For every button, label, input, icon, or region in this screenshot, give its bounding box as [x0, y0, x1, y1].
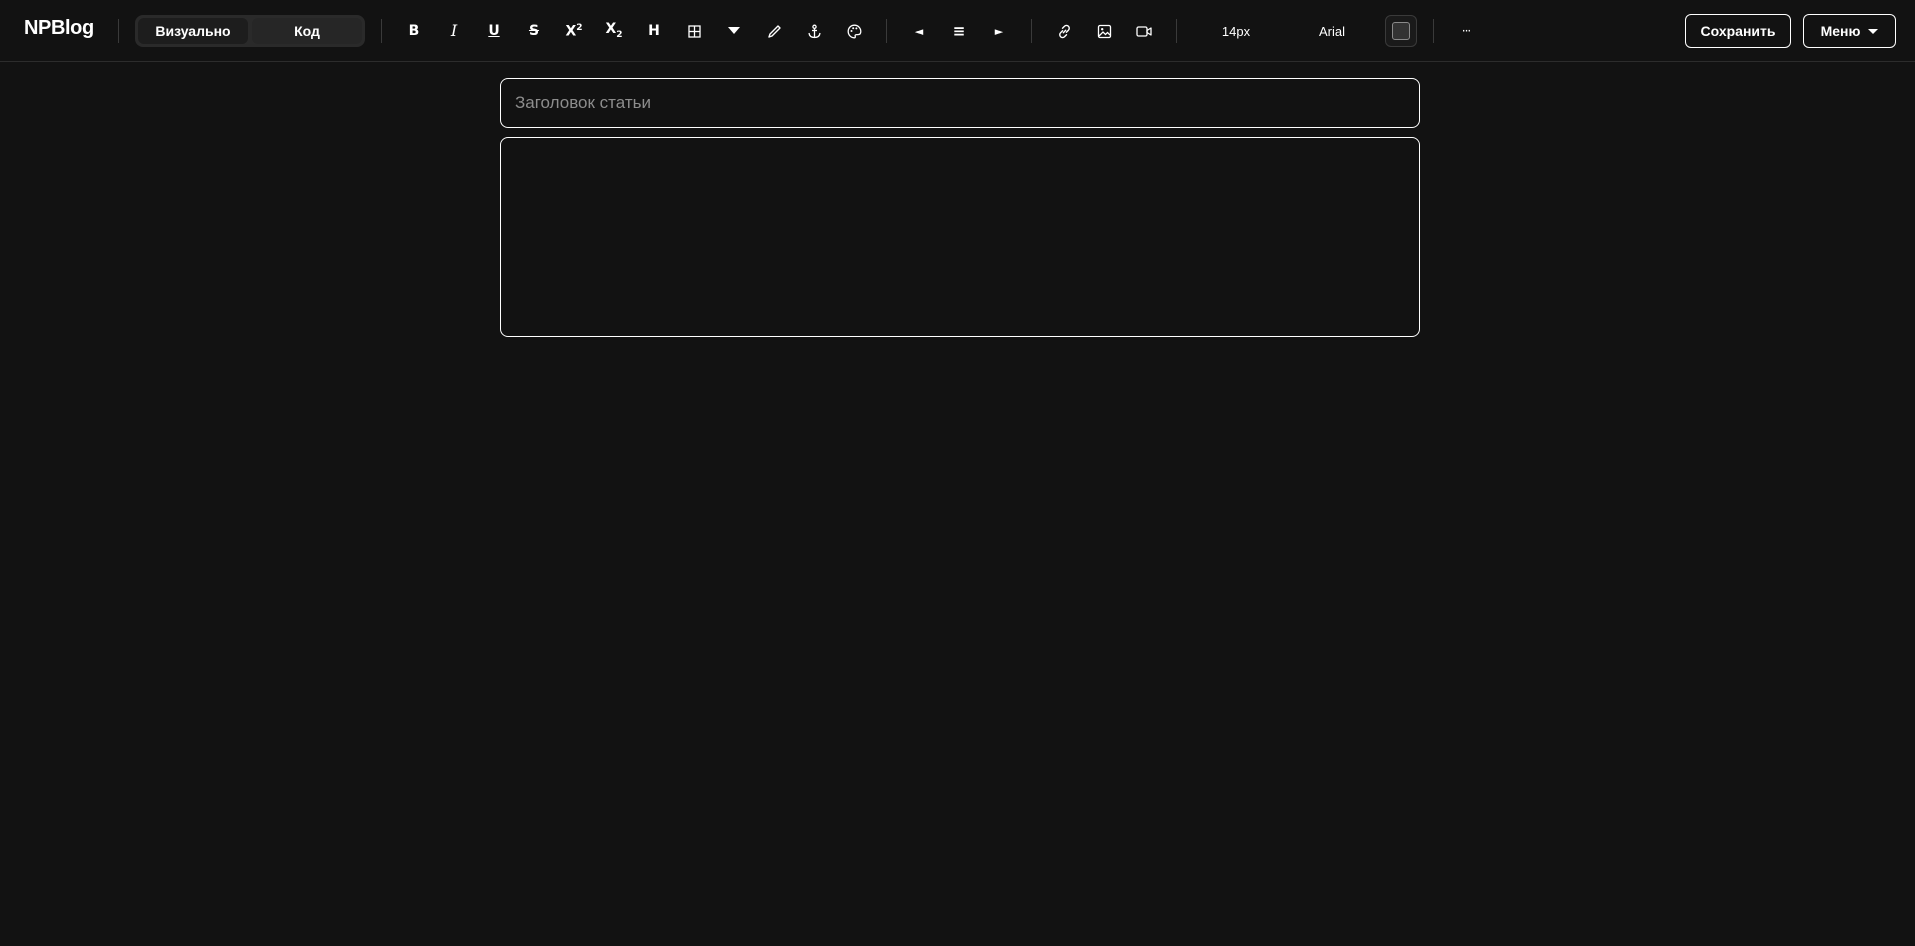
- italic-icon: I: [450, 21, 458, 40]
- palette-icon: [847, 24, 861, 38]
- pen-icon: [767, 24, 781, 38]
- underline-icon: U: [488, 23, 500, 39]
- anchor-icon: [807, 24, 821, 38]
- anchor-button[interactable]: [799, 16, 829, 46]
- dropdown-caret-icon: [728, 27, 740, 34]
- more-icon: ···: [1461, 24, 1472, 38]
- insert-video-button[interactable]: [1129, 16, 1159, 46]
- save-button-label: Сохранить: [1700, 23, 1776, 39]
- video-icon: [1136, 25, 1152, 37]
- align-left-button[interactable]: ◄: [904, 16, 934, 46]
- editor-mode-switch: Визуально Код: [135, 15, 365, 47]
- toolbar-divider: [1031, 19, 1032, 43]
- article-content-editor[interactable]: [500, 137, 1420, 337]
- superscript-icon: X2: [565, 22, 583, 40]
- subscript-mark: 2: [616, 29, 623, 40]
- toolbar-divider: [886, 19, 887, 43]
- save-button[interactable]: Сохранить: [1685, 14, 1791, 48]
- palette-button[interactable]: [839, 16, 869, 46]
- align-right-icon: ►: [994, 24, 1004, 38]
- chevron-down-icon: [1868, 28, 1879, 34]
- text-color-picker[interactable]: [1385, 15, 1417, 47]
- align-left-icon: ◄: [914, 24, 924, 38]
- italic-button[interactable]: I: [439, 16, 469, 46]
- font-size-select[interactable]: 14px: [1206, 16, 1266, 46]
- heading-icon: H: [648, 23, 660, 39]
- strikethrough-button[interactable]: S: [519, 16, 549, 46]
- superscript-button[interactable]: X2: [559, 16, 589, 46]
- align-right-button[interactable]: ►: [984, 16, 1014, 46]
- insert-link-button[interactable]: [1049, 16, 1079, 46]
- font-family-select[interactable]: Arial: [1300, 16, 1364, 46]
- subscript-icon: X2: [605, 22, 622, 40]
- image-icon: [1097, 24, 1111, 38]
- color-swatch: [1392, 22, 1410, 40]
- align-center-icon: ≡: [952, 21, 966, 40]
- article-title-input[interactable]: [500, 78, 1420, 128]
- align-center-button[interactable]: ≡: [944, 16, 974, 46]
- table-dropdown-button[interactable]: [719, 16, 749, 46]
- bold-button[interactable]: B: [399, 16, 429, 46]
- subscript-button[interactable]: X2: [599, 16, 629, 46]
- menu-button-label: Меню: [1820, 23, 1861, 39]
- underline-button[interactable]: U: [479, 16, 509, 46]
- mode-code-tab[interactable]: Код: [252, 18, 362, 44]
- table-icon: [687, 24, 701, 38]
- superscript-mark: 2: [576, 22, 583, 33]
- toolbar-divider: [118, 19, 119, 43]
- insert-image-button[interactable]: [1089, 16, 1119, 46]
- mode-visual-tab[interactable]: Визуально: [138, 18, 248, 44]
- top-toolbar: NPBlog Визуально Код B I U S X2 X2 H ◄ ≡…: [0, 0, 1915, 62]
- strikethrough-icon: S: [528, 23, 540, 39]
- toolbar-divider: [1433, 19, 1434, 43]
- pen-button[interactable]: [759, 16, 789, 46]
- subscript-base: X: [605, 21, 617, 38]
- more-options-button[interactable]: ···: [1451, 16, 1481, 46]
- superscript-base: X: [565, 23, 577, 40]
- toolbar-divider: [381, 19, 382, 43]
- heading-button[interactable]: H: [639, 16, 669, 46]
- link-icon: [1058, 24, 1070, 38]
- menu-button[interactable]: Меню: [1803, 14, 1896, 48]
- table-button[interactable]: [679, 16, 709, 46]
- bold-icon: B: [408, 23, 420, 39]
- brand-logo[interactable]: NPBlog: [24, 17, 94, 40]
- toolbar-divider: [1176, 19, 1177, 43]
